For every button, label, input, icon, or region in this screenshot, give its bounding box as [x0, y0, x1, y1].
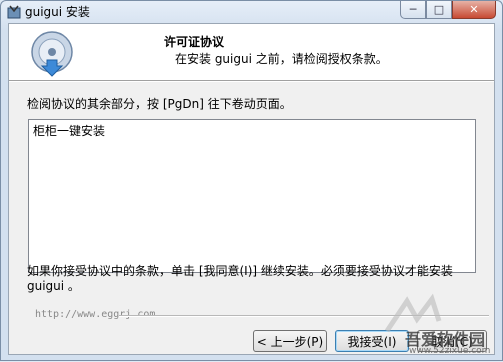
header-panel: 许可证协议 在安装 guigui 之前，请检阅授权条款。: [9, 24, 494, 81]
license-textbox[interactable]: 柜柜一键安装: [28, 119, 476, 273]
header-divider: [9, 81, 494, 82]
accept-prompt: 如果你接受协议中的条款，单击 [我同意(I)] 继续安装。必须要接受协议才能安装…: [27, 264, 453, 293]
installer-window: guigui 安装 ─ □ ✕ 许可证协议 在安装 guigui 之前，请检阅授…: [0, 0, 503, 361]
footer-divider: [119, 315, 489, 317]
license-content: 柜柜一键安装: [33, 124, 106, 138]
window-title: guigui 安装: [25, 5, 90, 19]
instruction-text: 检阅协议的其余部分，按 [PgDn] 往下卷动页面。: [27, 97, 292, 111]
installer-disc-icon: [31, 31, 73, 77]
installer-icon: [7, 5, 21, 19]
maximize-button[interactable]: □: [426, 1, 452, 19]
dialog-client: 许可证协议 在安装 guigui 之前，请检阅授权条款。 检阅协议的其余部分，按…: [8, 23, 495, 355]
caption-buttons: ─ □ ✕: [400, 1, 496, 19]
title-bar[interactable]: guigui 安装 ─ □ ✕: [1, 1, 502, 23]
watermark-url: www.52zixue.com: [409, 346, 491, 356]
close-button[interactable]: ✕: [452, 1, 496, 19]
minimize-button[interactable]: ─: [400, 1, 426, 19]
back-button[interactable]: < 上一步(P): [253, 330, 327, 352]
agree-button[interactable]: 我接受(I): [335, 330, 409, 352]
page-subtitle: 在安装 guigui 之前，请检阅授权条款。: [175, 52, 388, 66]
page-title: 许可证协议: [164, 35, 225, 49]
